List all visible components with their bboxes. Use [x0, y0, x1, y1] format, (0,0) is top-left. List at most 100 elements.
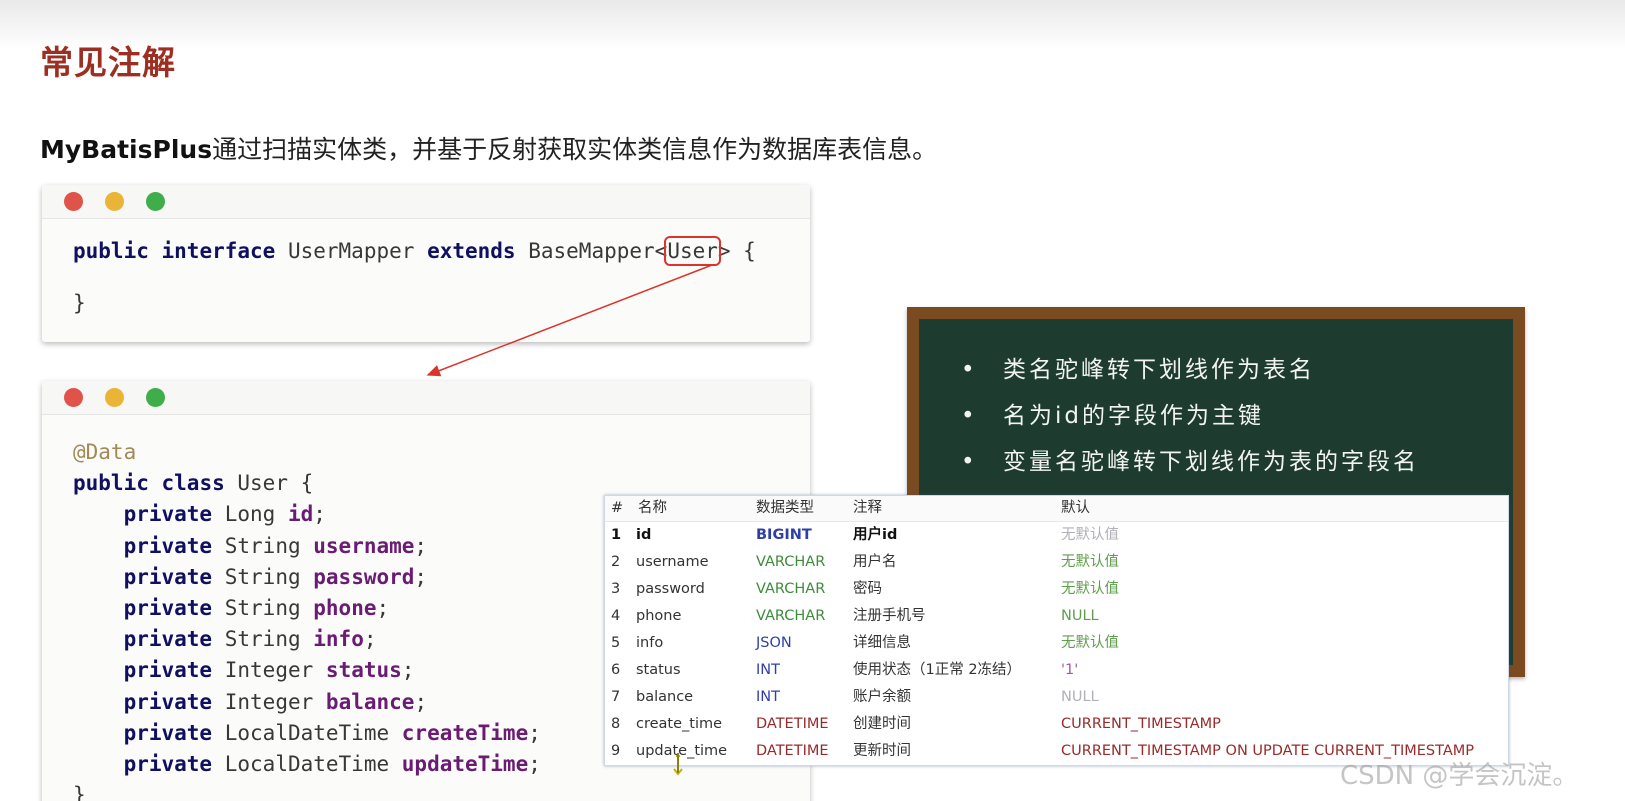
code-type: Integer: [224, 658, 314, 683]
code-keyword: private: [123, 533, 213, 558]
code-identifier: User {: [237, 471, 314, 496]
code-field-name: updateTime: [401, 751, 529, 776]
code-type: LocalDateTime: [224, 720, 390, 745]
column-header[interactable]: 名称: [632, 496, 756, 521]
code-keyword: private: [123, 720, 213, 745]
comment-cell: 创建时间: [853, 716, 911, 732]
comment-cell: 更新时间: [853, 743, 911, 759]
code-type: String: [224, 627, 301, 652]
table-row[interactable]: 2 username VARCHAR 用户名 无默认值: [605, 549, 1508, 576]
minimize-dot-icon: [105, 192, 124, 211]
code-keyword: private: [123, 502, 213, 527]
column-name-cell: info: [636, 635, 664, 651]
code-type: Long: [224, 502, 276, 527]
data-type-cell: BIGINT: [756, 527, 812, 543]
code-type: LocalDateTime: [224, 751, 390, 776]
highlighted-generic-type: User: [664, 236, 721, 266]
bullet-text: 名为id的字段作为主键: [1003, 403, 1264, 429]
code-keyword: private: [123, 689, 213, 714]
intro-rest: 通过扫描实体类，并基于反射获取实体类信息作为数据库表信息。: [212, 135, 938, 164]
mapper-code-window: public interface UserMapper extends Base…: [42, 185, 810, 342]
comment-cell: 用户id: [853, 527, 898, 543]
column-header[interactable]: 默认: [1061, 496, 1508, 521]
chalkboard-bullet: • 类名驼峰转下划线作为表名: [961, 347, 1513, 393]
row-number: 2: [611, 554, 621, 570]
column-name-cell: update_time: [636, 743, 728, 759]
row-number: 8: [611, 716, 621, 732]
default-cell: 无默认值: [1061, 635, 1119, 651]
code-field-name: password: [313, 564, 415, 589]
column-name-cell: create_time: [636, 716, 723, 732]
column-header[interactable]: #: [605, 496, 632, 521]
data-type-cell: DATETIME: [756, 716, 829, 732]
column-name-cell: status: [636, 662, 681, 678]
column-header[interactable]: 数据类型: [756, 496, 853, 521]
comment-cell: 用户名: [853, 554, 897, 570]
data-type-cell: VARCHAR: [756, 554, 826, 570]
row-number: 1: [611, 527, 622, 543]
code-type: String: [224, 533, 301, 558]
code-annotation: @Data: [73, 440, 137, 464]
top-gradient: [0, 0, 1625, 50]
code-type: Integer: [224, 689, 314, 714]
slide-title: 常见注解: [40, 43, 176, 82]
table-row[interactable]: 4 phone VARCHAR 注册手机号 NULL: [605, 603, 1508, 630]
table-row[interactable]: 5 info JSON 详细信息 无默认值: [605, 630, 1508, 657]
table-row[interactable]: 6 status INT 使用状态（1正常 2冻结） '1': [605, 657, 1508, 684]
column-name-cell: password: [636, 581, 705, 597]
code-field-name: createTime: [401, 720, 529, 745]
maximize-dot-icon: [146, 388, 165, 407]
code-keyword: class: [161, 471, 225, 496]
default-cell: 无默认值: [1061, 554, 1119, 570]
table-row[interactable]: 8 create_time DATETIME 创建时间 CURRENT_TIMESTAM…: [605, 711, 1508, 738]
default-cell: '1': [1061, 662, 1079, 678]
maximize-dot-icon: [146, 192, 165, 211]
code-keyword: private: [123, 595, 213, 620]
column-name-cell: username: [636, 554, 709, 570]
code-field-name: username: [313, 533, 415, 558]
comment-cell: 详细信息: [853, 635, 911, 651]
data-type-cell: JSON: [756, 635, 792, 651]
code-identifier: UserMapper: [287, 239, 415, 263]
resize-cursor-icon: [673, 753, 683, 776]
code-punct: > {: [717, 239, 756, 263]
code-identifier: BaseMapper<: [528, 239, 668, 263]
close-dot-icon: [64, 388, 83, 407]
default-cell: CURRENT_TIMESTAMP: [1061, 716, 1221, 732]
code-keyword: extends: [427, 239, 516, 263]
data-type-cell: DATETIME: [756, 743, 829, 759]
code-line: public interface UserMapper extends Base…: [73, 234, 810, 286]
table-row[interactable]: 7 balance INT 账户余额 NULL: [605, 684, 1508, 711]
code-field-name: status: [325, 658, 402, 683]
column-name-cell: id: [636, 527, 652, 543]
db-columns-table: # 名称 数据类型 注释 默认 1 id BIGINT 用户id 无默认值 2 userna…: [604, 495, 1509, 766]
row-number: 3: [611, 581, 621, 597]
default-cell: 无默认值: [1061, 527, 1119, 543]
bullet-icon: •: [961, 403, 978, 429]
watermark: CSDN @学会沉淀。: [1340, 761, 1579, 791]
data-type-cell: INT: [756, 662, 780, 678]
code-field-name: id: [287, 502, 314, 527]
intro-text: MyBatisPlus通过扫描实体类，并基于反射获取实体类信息作为数据库表信息。: [40, 130, 937, 166]
code-line: }: [73, 780, 810, 801]
column-header[interactable]: 注释: [853, 496, 1061, 521]
comment-cell: 账户余额: [853, 689, 911, 705]
code-keyword: private: [123, 658, 213, 683]
comment-cell: 密码: [853, 581, 882, 597]
bullet-text: 变量名驼峰转下划线作为表的字段名: [1003, 449, 1419, 475]
table-row[interactable]: 3 password VARCHAR 密码 无默认值: [605, 576, 1508, 603]
comment-cell: 使用状态（1正常 2冻结）: [853, 662, 1022, 678]
data-type-cell: VARCHAR: [756, 608, 826, 624]
window-titlebar: [42, 381, 810, 415]
default-cell: 无默认值: [1061, 581, 1119, 597]
bullet-text: 类名驼峰转下划线作为表名: [1003, 357, 1315, 383]
default-cell: NULL: [1061, 608, 1099, 624]
row-number: 4: [611, 608, 621, 624]
table-row[interactable]: 1 id BIGINT 用户id 无默认值: [605, 522, 1508, 549]
row-number: 7: [611, 689, 621, 705]
code-field-name: phone: [313, 595, 377, 620]
row-number: 6: [611, 662, 621, 678]
bullet-icon: •: [961, 449, 978, 475]
code-line: }: [73, 286, 810, 338]
chalkboard-bullet: • 名为id的字段作为主键: [961, 393, 1513, 439]
